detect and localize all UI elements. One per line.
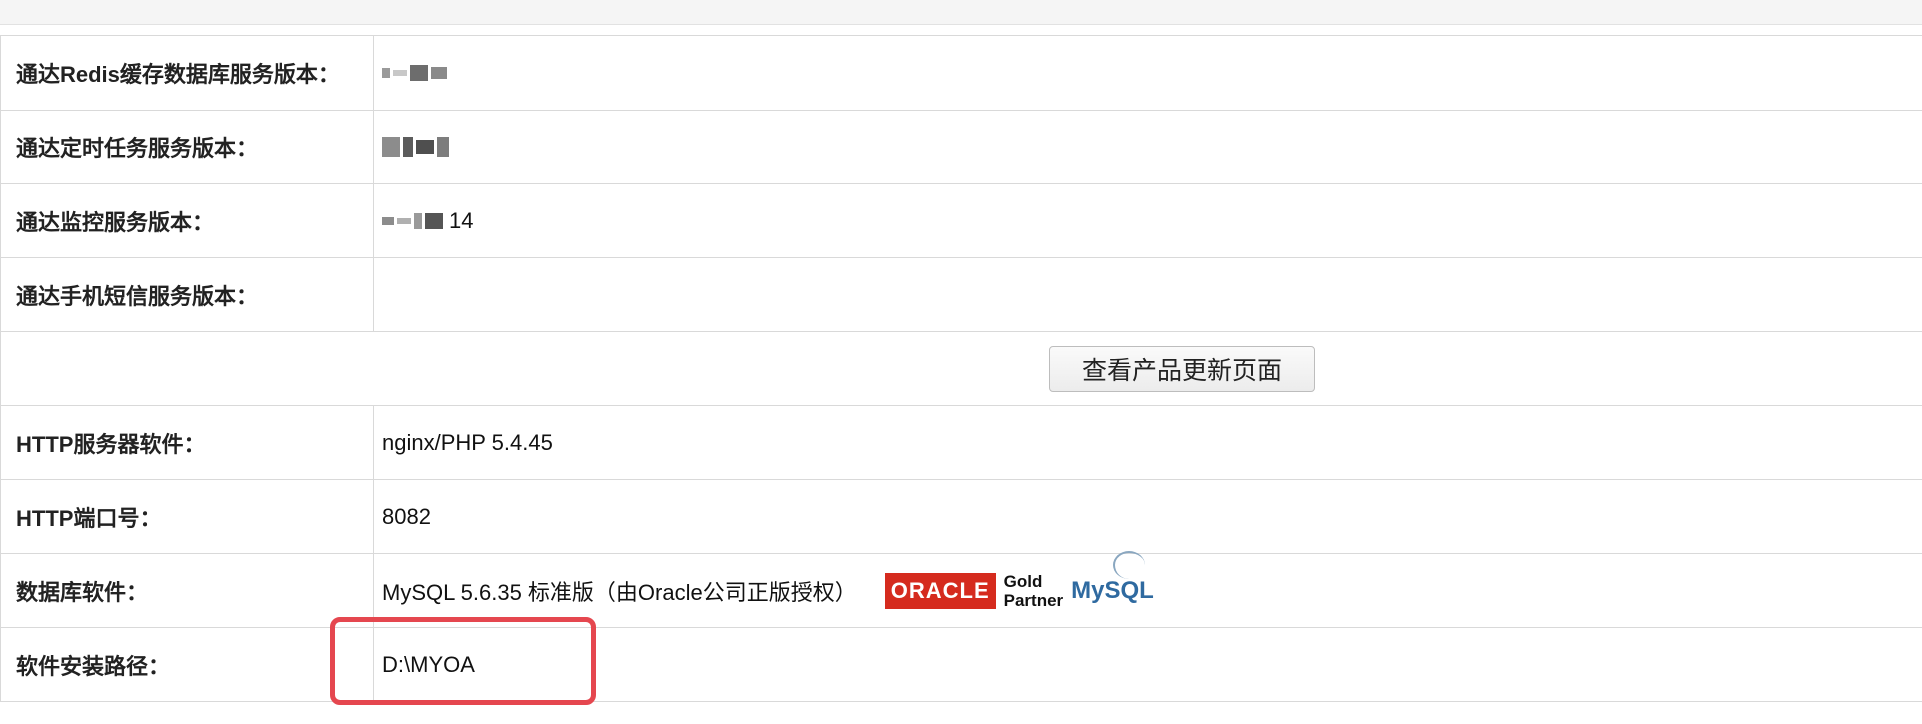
row-value: D:\MYOA: [382, 651, 475, 677]
view-product-updates-button[interactable]: 查看产品更新页面: [1049, 346, 1315, 392]
table-row: HTTP服务器软件： nginx/PHP 5.4.45: [0, 406, 1922, 480]
row-label: 软件安装路径：: [0, 628, 374, 701]
mysql-logo: MySQL: [1071, 550, 1154, 605]
row-value: [375, 36, 1922, 110]
table-row: 通达监控服务版本： 14: [0, 184, 1922, 258]
blurred-version: [382, 65, 447, 81]
row-value: 8082: [382, 503, 431, 529]
database-software-text: MySQL 5.6.35 标准版（由Oracle公司正版授权）: [382, 579, 857, 605]
oracle-logo: ORACLE: [884, 572, 996, 609]
row-value: 14: [375, 184, 1922, 257]
system-info-table: 通达Redis缓存数据库服务版本： 通达定时任务服务版本： 通达监控服务版本： …: [0, 24, 1922, 724]
gold-partner-badge: Gold Partner: [1003, 571, 1064, 610]
row-label: 通达Redis缓存数据库服务版本：: [0, 36, 374, 110]
button-row: 查看产品更新页面: [0, 332, 1922, 406]
table-row: 通达Redis缓存数据库服务版本：: [0, 35, 1922, 111]
row-label: HTTP端口号：: [0, 480, 374, 553]
partner-logos: ORACLE Gold Partner MySQL: [884, 550, 1154, 610]
blurred-version: [382, 212, 443, 229]
row-label: 通达定时任务服务版本：: [0, 110, 374, 183]
top-bar: [0, 0, 1922, 25]
row-value: [375, 258, 1922, 331]
table-row: HTTP端口号： 8082: [0, 480, 1922, 554]
row-label: 通达监控服务版本：: [0, 184, 374, 257]
row-value: MySQL 5.6.35 标准版（由Oracle公司正版授权） ORACLE G…: [375, 550, 1922, 627]
row-label: HTTP服务器软件：: [0, 406, 374, 479]
row-value: nginx/PHP 5.4.45: [382, 429, 553, 455]
row-label: 通达手机短信服务版本：: [0, 258, 374, 331]
dolphin-icon: [1113, 550, 1146, 579]
row-label: 数据库软件：: [0, 554, 374, 627]
table-row: 数据库软件： MySQL 5.6.35 标准版（由Oracle公司正版授权） O…: [0, 550, 1922, 628]
version-suffix: 14: [449, 207, 474, 233]
row-value: [375, 110, 1922, 183]
table-row: 通达手机短信服务版本：: [0, 258, 1922, 332]
highlight-box: [330, 617, 596, 705]
table-row: 通达定时任务服务版本：: [0, 110, 1922, 184]
table-row: 软件安装路径： D:\MYOA: [0, 628, 1922, 702]
blurred-version: [382, 136, 449, 157]
